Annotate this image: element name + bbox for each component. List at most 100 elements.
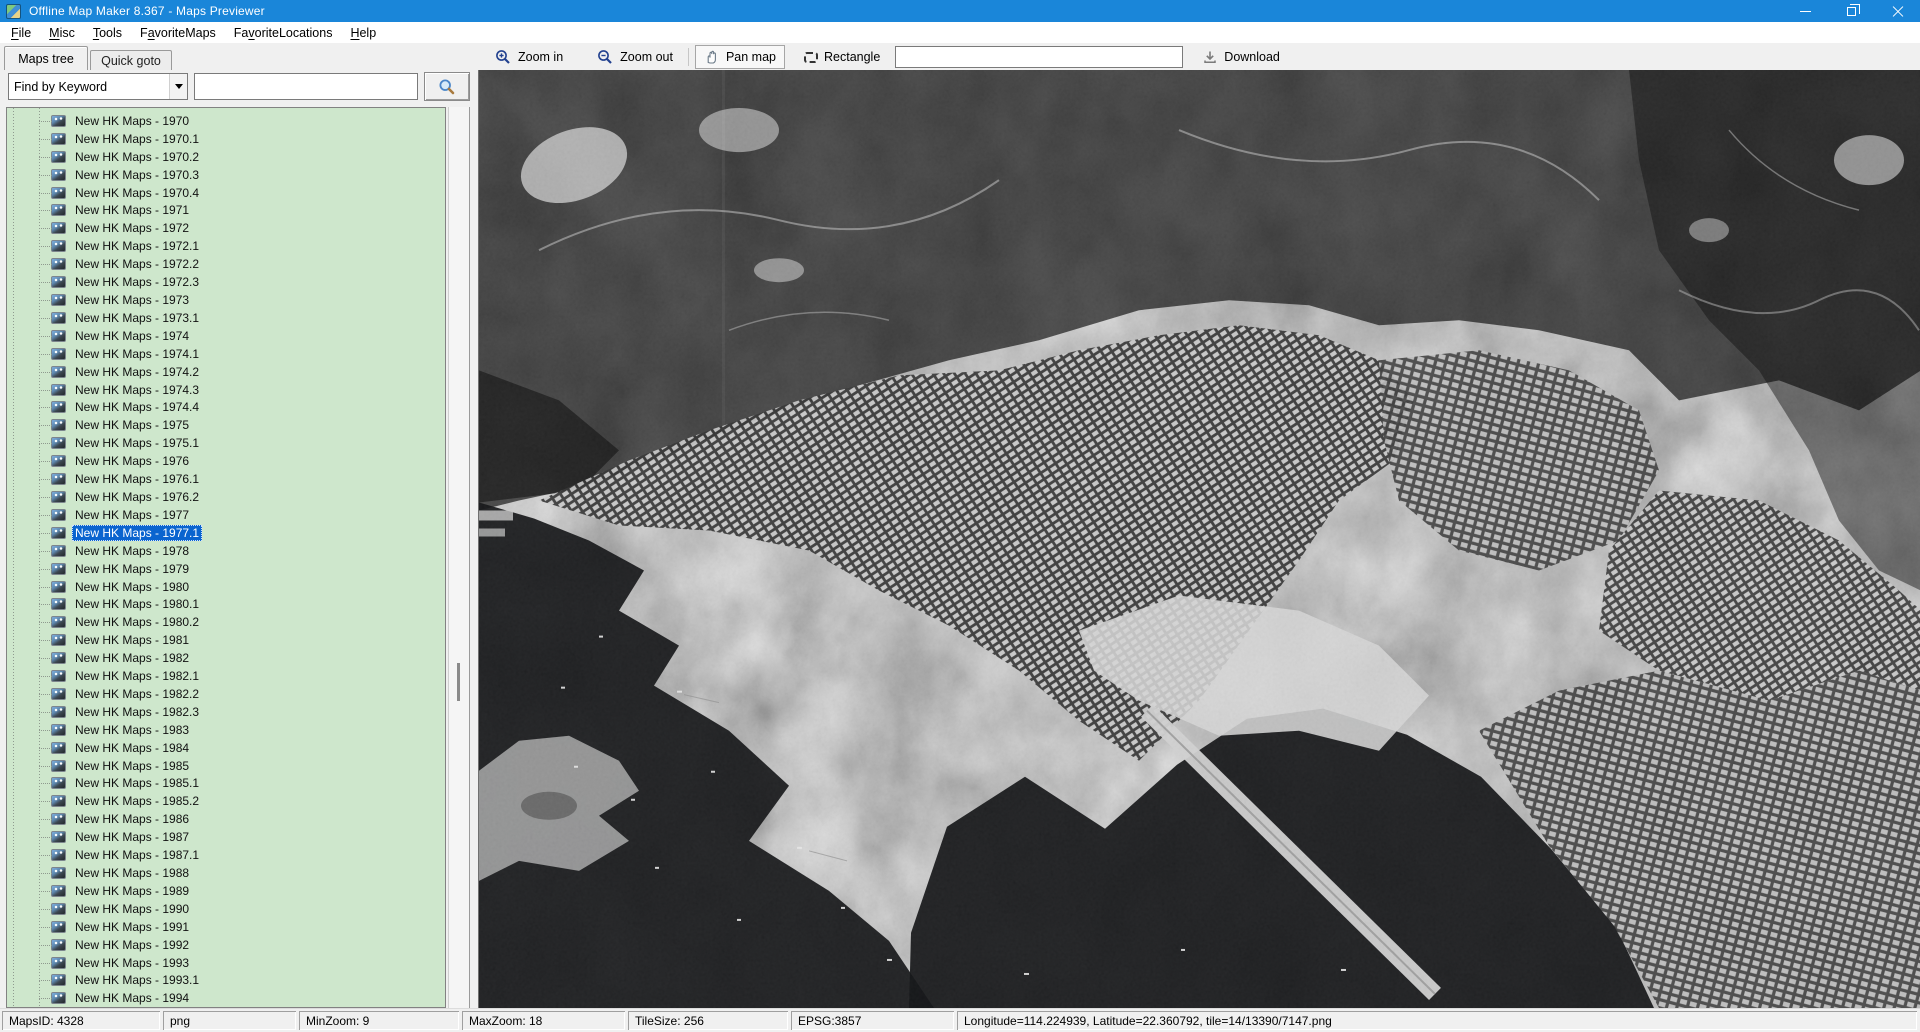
tree-item[interactable]: New HK Maps - 1991 (7, 918, 445, 936)
tree-scrollbar[interactable] (448, 107, 470, 1008)
tree-item[interactable]: New HK Maps - 1986 (7, 810, 445, 828)
menu-item[interactable]: File (2, 24, 40, 42)
tree-item[interactable]: New HK Maps - 1973 (7, 291, 445, 309)
tree-item[interactable]: New HK Maps - 1982.2 (7, 685, 445, 703)
tree-item[interactable]: New HK Maps - 1980.2 (7, 613, 445, 631)
tree-item[interactable]: New HK Maps - 1993 (7, 954, 445, 972)
menu-item[interactable]: FavoriteLocations (225, 24, 342, 42)
tree-connector (39, 873, 52, 874)
keyword-input[interactable] (194, 73, 418, 100)
map-image-icon (51, 366, 66, 378)
tree-list: New HK Maps - 1970 New HK Maps - 1970.1 … (7, 112, 445, 1007)
tree-item[interactable]: New HK Maps - 1976 (7, 452, 445, 470)
menu-item[interactable]: Misc (40, 24, 84, 42)
tree-item[interactable]: New HK Maps - 1980 (7, 578, 445, 596)
tree-item[interactable]: New HK Maps - 1992 (7, 936, 445, 954)
tree-item[interactable]: New HK Maps - 1972.1 (7, 237, 445, 255)
tree-item[interactable]: New HK Maps - 1985.2 (7, 792, 445, 810)
tree-item[interactable]: New HK Maps - 1980.1 (7, 595, 445, 613)
tree-connector (39, 461, 52, 462)
search-button[interactable] (424, 72, 470, 101)
tree-item-label: New HK Maps - 1974.1 (72, 346, 202, 362)
tree-connector (39, 282, 52, 283)
tree-item[interactable]: New HK Maps - 1979 (7, 560, 445, 578)
tree-item[interactable]: New HK Maps - 1990 (7, 900, 445, 918)
map-image-icon (51, 545, 66, 557)
tree-item[interactable]: New HK Maps - 1981 (7, 631, 445, 649)
scrollbar-thumb[interactable] (457, 663, 460, 701)
tree-item-label: New HK Maps - 1986 (72, 811, 192, 827)
tree-item[interactable]: New HK Maps - 1976.2 (7, 488, 445, 506)
tree-item[interactable]: New HK Maps - 1987 (7, 828, 445, 846)
tree-item[interactable]: New HK Maps - 1970.4 (7, 184, 445, 202)
menu-item[interactable]: Tools (84, 24, 131, 42)
aerial-photo (479, 70, 1920, 1008)
tree-item-label: New HK Maps - 1982 (72, 650, 192, 666)
tree-item[interactable]: New HK Maps - 1976.1 (7, 470, 445, 488)
tree-item-label: New HK Maps - 1977 (72, 507, 192, 523)
pan-map-button[interactable]: Pan map (695, 45, 785, 69)
download-button[interactable]: Download (1193, 45, 1289, 69)
zoom-in-button[interactable]: Zoom in (486, 45, 572, 69)
tree-connector (39, 354, 52, 355)
tree-item[interactable]: New HK Maps - 1970 (7, 112, 445, 130)
tree-connector (39, 210, 52, 211)
tree-item-label: New HK Maps - 1979 (72, 561, 192, 577)
tree-item[interactable]: New HK Maps - 1982 (7, 649, 445, 667)
tree-item[interactable]: New HK Maps - 1982.1 (7, 667, 445, 685)
tree-item[interactable]: New HK Maps - 1985.1 (7, 775, 445, 793)
tree-item[interactable]: New HK Maps - 1977.1 (7, 524, 445, 542)
tree-item[interactable]: New HK Maps - 1977 (7, 506, 445, 524)
coordinate-input[interactable] (895, 46, 1183, 68)
tree-item[interactable]: New HK Maps - 1982.3 (7, 703, 445, 721)
tree-item[interactable]: New HK Maps - 1973.1 (7, 309, 445, 327)
zoom-in-label: Zoom in (518, 50, 563, 64)
tree-item[interactable]: New HK Maps - 1972.2 (7, 255, 445, 273)
tree-item[interactable]: New HK Maps - 1988 (7, 864, 445, 882)
map-viewport[interactable] (478, 70, 1920, 1008)
tree-item[interactable]: New HK Maps - 1984 (7, 739, 445, 757)
rectangle-button[interactable]: Rectangle (795, 45, 889, 69)
tree-item-label: New HK Maps - 1974.2 (72, 364, 202, 380)
tree-item[interactable]: New HK Maps - 1989 (7, 882, 445, 900)
tree-item[interactable]: New HK Maps - 1987.1 (7, 846, 445, 864)
minimize-button[interactable] (1782, 0, 1828, 22)
menu-item[interactable]: Help (341, 24, 385, 42)
tree-item[interactable]: New HK Maps - 1970.2 (7, 148, 445, 166)
map-image-icon (51, 330, 66, 342)
zoom-out-button[interactable]: Zoom out (588, 45, 682, 69)
restore-button[interactable] (1828, 0, 1874, 22)
tree-item[interactable]: New HK Maps - 1994 (7, 989, 445, 1007)
tree-item[interactable]: New HK Maps - 1974.3 (7, 381, 445, 399)
app-window: Offline Map Maker 8.367 - Maps Previewer… (0, 0, 1920, 1032)
map-image-icon (51, 831, 66, 843)
tree-item[interactable]: New HK Maps - 1975 (7, 416, 445, 434)
map-image-icon (51, 204, 66, 216)
tree-item[interactable]: New HK Maps - 1985 (7, 757, 445, 775)
tab-maps-tree[interactable]: Maps tree (4, 46, 88, 70)
tree-item[interactable]: New HK Maps - 1974.1 (7, 345, 445, 363)
tree-item[interactable]: New HK Maps - 1975.1 (7, 434, 445, 452)
tree-item[interactable]: New HK Maps - 1978 (7, 542, 445, 560)
tree-connector (39, 694, 52, 695)
tab-quick-goto[interactable]: Quick goto (90, 50, 172, 70)
tree-item[interactable]: New HK Maps - 1970.1 (7, 130, 445, 148)
window-title: Offline Map Maker 8.367 - Maps Previewer (29, 4, 265, 18)
tree-item[interactable]: New HK Maps - 1993.1 (7, 972, 445, 990)
status-tile-size: TileSize: 256 (628, 1011, 788, 1030)
tree-item[interactable]: New HK Maps - 1970.3 (7, 166, 445, 184)
chevron-down-icon[interactable] (169, 74, 187, 99)
tree-item[interactable]: New HK Maps - 1974.4 (7, 399, 445, 417)
map-image-icon (51, 509, 66, 521)
tree-item[interactable]: New HK Maps - 1971 (7, 202, 445, 220)
map-image-icon (51, 903, 66, 915)
tree-item[interactable]: New HK Maps - 1972 (7, 219, 445, 237)
tree-item[interactable]: New HK Maps - 1974.2 (7, 363, 445, 381)
close-button[interactable] (1874, 0, 1920, 22)
tree-item[interactable]: New HK Maps - 1983 (7, 721, 445, 739)
tree-item[interactable]: New HK Maps - 1972.3 (7, 273, 445, 291)
tree-item[interactable]: New HK Maps - 1974 (7, 327, 445, 345)
find-mode-dropdown[interactable]: Find by Keyword (8, 73, 188, 100)
menu-item[interactable]: FavoriteMaps (131, 24, 225, 42)
tree-item-label: New HK Maps - 1990 (72, 901, 192, 917)
